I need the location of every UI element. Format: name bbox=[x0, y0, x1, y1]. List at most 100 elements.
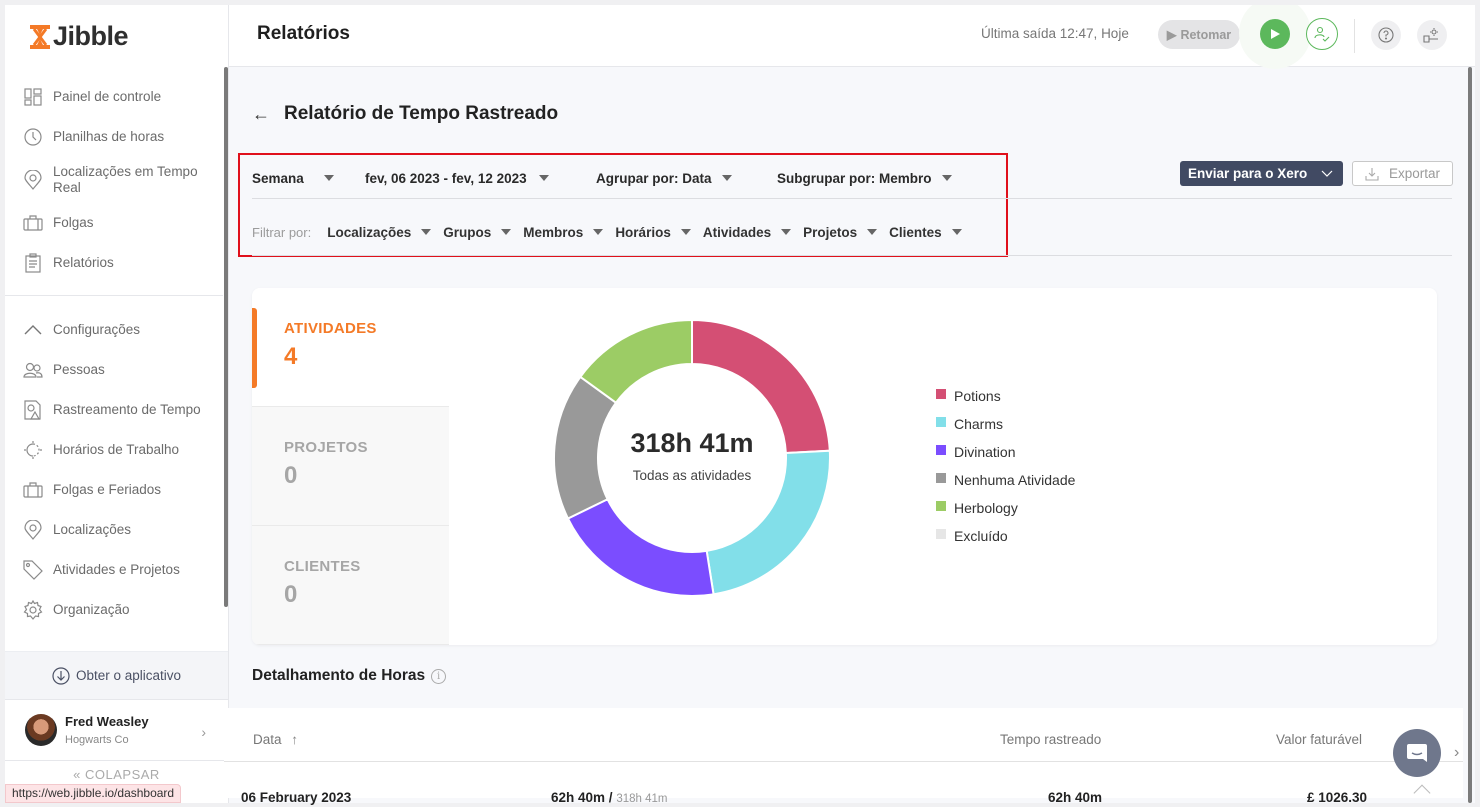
caret-down-icon bbox=[501, 229, 512, 235]
avatar bbox=[25, 714, 57, 746]
filter-schedules[interactable]: Horários bbox=[615, 225, 691, 240]
filter-activities[interactable]: Atividades bbox=[703, 225, 792, 240]
report-header: ← Relatório de Tempo Rastreado bbox=[252, 103, 558, 125]
sidebar-item-dashboard[interactable]: Painel de controle bbox=[5, 77, 223, 117]
filter-label: Clientes bbox=[889, 224, 942, 240]
sidebar-scrollbar[interactable] bbox=[224, 67, 228, 607]
tab-activities[interactable]: ATIVIDADES 4 bbox=[252, 288, 449, 407]
legend-label: Herbology bbox=[954, 500, 1018, 516]
legend-swatch bbox=[936, 529, 946, 539]
row-hours-total: 318h 41m bbox=[616, 793, 668, 805]
legend-item[interactable]: Divination bbox=[936, 438, 1075, 466]
resume-label: Retomar bbox=[1180, 27, 1232, 42]
time-tracking-icon bbox=[23, 400, 43, 420]
work-schedule-icon bbox=[23, 440, 43, 460]
filter-locations[interactable]: Localizações bbox=[327, 225, 432, 240]
collapse-button[interactable]: « COLAPSAR bbox=[5, 767, 228, 782]
location-pin-icon bbox=[23, 170, 43, 190]
period-dropdown[interactable]: Semana bbox=[252, 171, 365, 186]
group-by-dropdown[interactable]: Agrupar por: Data bbox=[596, 171, 777, 186]
collapse-label: COLAPSAR bbox=[85, 767, 160, 782]
send-to-xero-button[interactable]: Enviar para o Xero bbox=[1180, 161, 1343, 186]
column-header-billable[interactable]: Valor faturável bbox=[1276, 732, 1362, 747]
caret-down-icon bbox=[323, 175, 334, 181]
legend-item[interactable]: Herbology bbox=[936, 494, 1075, 522]
legend-swatch bbox=[936, 417, 946, 427]
logo-text: Jibble bbox=[53, 21, 129, 51]
org-settings-button[interactable] bbox=[1417, 20, 1447, 50]
double-chevron-left-icon: « bbox=[73, 767, 81, 782]
filter-clients[interactable]: Clientes bbox=[889, 225, 962, 240]
export-button[interactable]: Exportar bbox=[1352, 161, 1453, 186]
legend-item[interactable]: Nenhuma Atividade bbox=[936, 466, 1075, 494]
sidebar-item-holidays[interactable]: Folgas e Feriados bbox=[5, 470, 223, 510]
sidebar-item-locations[interactable]: Localizações bbox=[5, 510, 223, 550]
dashboard-icon bbox=[23, 87, 43, 107]
tab-projects[interactable]: PROJETOS 0 bbox=[252, 407, 449, 526]
donut-slice-divination[interactable] bbox=[566, 497, 715, 597]
help-button[interactable] bbox=[1371, 20, 1401, 50]
chevron-right-icon[interactable]: › bbox=[1454, 744, 1459, 762]
caret-down-icon bbox=[538, 175, 549, 181]
filter-bar: Filtrar por: Localizações Grupos Membros… bbox=[252, 222, 974, 242]
subgroup-by-label: Subgrupar por: Membro bbox=[777, 170, 932, 186]
tab-count: 0 bbox=[284, 462, 298, 489]
filter-members[interactable]: Membros bbox=[523, 224, 604, 240]
caret-down-icon bbox=[781, 229, 792, 235]
chevron-down-icon bbox=[1321, 170, 1333, 177]
briefcase-icon bbox=[23, 213, 43, 233]
tab-count: 4 bbox=[284, 343, 298, 370]
clock-in-button[interactable] bbox=[1260, 19, 1290, 49]
sidebar-item-activities-projects[interactable]: Atividades e Projetos bbox=[5, 550, 223, 590]
sidebar-item-label: Folgas e Feriados bbox=[53, 482, 162, 497]
info-icon[interactable]: i bbox=[431, 668, 447, 684]
sidebar-item-reports[interactable]: Relatórios bbox=[5, 243, 223, 283]
column-header-date[interactable]: Data ↑ bbox=[253, 732, 298, 747]
sidebar-item-label: Horários de Trabalho bbox=[53, 442, 180, 457]
sidebar-item-work-schedules[interactable]: Horários de Trabalho bbox=[5, 430, 223, 470]
topbar: Relatórios Última saída 12:47, Hoje ▶ Re… bbox=[229, 5, 1475, 69]
caret-down-icon bbox=[421, 229, 432, 235]
sidebar-item-label: Organização bbox=[53, 602, 130, 617]
user-profile[interactable]: Fred Weasley Hogwarts Co › bbox=[5, 699, 228, 761]
summary-card: ATIVIDADES 4 PROJETOS 0 CLIENTES 0 318h … bbox=[252, 288, 1437, 645]
caret-down-icon bbox=[680, 229, 691, 235]
main-scrollbar[interactable] bbox=[1468, 67, 1472, 803]
legend-item[interactable]: Charms bbox=[936, 410, 1075, 438]
hourglass-logo-icon bbox=[30, 24, 50, 49]
jibble-logo[interactable]: Jibble bbox=[29, 21, 129, 52]
subgroup-by-dropdown[interactable]: Subgrupar por: Membro bbox=[777, 171, 952, 186]
filter-label: Projetos bbox=[803, 224, 858, 240]
filter-groups[interactable]: Grupos bbox=[443, 224, 512, 240]
caret-down-icon bbox=[941, 175, 952, 181]
settings-gear-icon bbox=[1423, 28, 1438, 43]
sidebar-item-time-tracking[interactable]: Rastreamento de Tempo bbox=[5, 390, 223, 430]
filter-projects[interactable]: Projetos bbox=[803, 224, 878, 240]
column-header-tracked[interactable]: Tempo rastreado bbox=[1000, 732, 1101, 747]
sidebar-item-live-locations[interactable]: Localizações em Tempo Real bbox=[5, 157, 223, 203]
filter-label: Grupos bbox=[443, 224, 492, 240]
filter-label: Membros bbox=[523, 224, 584, 240]
legend-item[interactable]: Potions bbox=[936, 382, 1075, 410]
tag-icon bbox=[23, 560, 43, 580]
resume-button[interactable]: ▶ Retomar bbox=[1158, 20, 1240, 49]
back-arrow-icon[interactable]: ← bbox=[252, 104, 270, 125]
tab-clients[interactable]: CLIENTES 0 bbox=[252, 526, 449, 645]
tab-label: CLIENTES bbox=[284, 558, 361, 575]
legend-item[interactable]: Excluído bbox=[936, 522, 1075, 550]
user-org: Hogwarts Co bbox=[65, 734, 129, 746]
sidebar-item-settings[interactable]: Configurações bbox=[5, 310, 223, 350]
get-app-button[interactable]: Obter o aplicativo bbox=[5, 651, 228, 699]
breakdown-header: Detalhamento de Horas i bbox=[252, 667, 447, 685]
chat-support-button[interactable] bbox=[1393, 729, 1441, 777]
sidebar-item-organization[interactable]: Organização bbox=[5, 590, 223, 630]
member-status-button[interactable] bbox=[1306, 18, 1338, 50]
date-range-dropdown[interactable]: fev, 06 2023 - fev, 12 2023 bbox=[365, 171, 596, 186]
sidebar-item-time-off[interactable]: Folgas bbox=[5, 203, 223, 243]
sidebar-item-people[interactable]: Pessoas bbox=[5, 350, 223, 390]
get-app-label: Obter o aplicativo bbox=[75, 668, 182, 683]
sort-ascending-icon: ↑ bbox=[291, 732, 299, 747]
sidebar-item-timesheets[interactable]: Planilhas de horas bbox=[5, 117, 223, 157]
header-divider bbox=[224, 761, 1463, 762]
legend-swatch bbox=[936, 473, 946, 483]
